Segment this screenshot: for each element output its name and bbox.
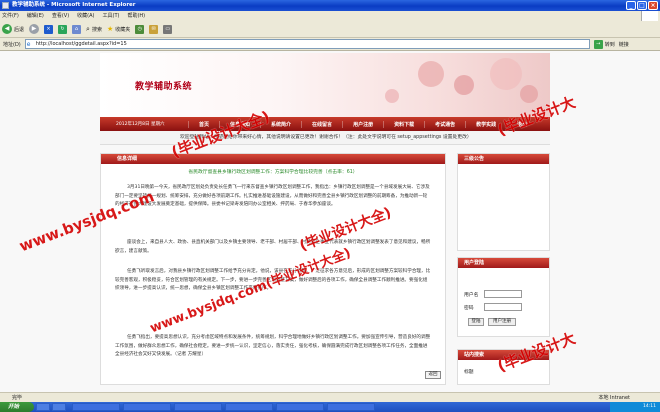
- favorites-button[interactable]: ★ 收藏夹: [107, 25, 130, 33]
- login-button[interactable]: 登陆: [468, 318, 484, 326]
- task-button[interactable]: [174, 403, 222, 411]
- notice-title: 三级公告: [458, 154, 549, 164]
- status-bar: 完毕 本地 Intranet: [0, 392, 660, 402]
- quicklaunch-icon[interactable]: [36, 403, 50, 411]
- task-button[interactable]: [123, 403, 171, 411]
- menu-file[interactable]: 文件(F): [2, 11, 19, 21]
- go-label: 转到: [604, 41, 615, 48]
- address-input[interactable]: e http://localhost/ggdetail.aspx?id=15: [24, 39, 590, 49]
- quicklaunch-icon[interactable]: [52, 403, 66, 411]
- links-label[interactable]: 链接: [619, 41, 629, 48]
- go-button[interactable]: → 转到: [593, 39, 615, 49]
- mail-icon[interactable]: ✉: [149, 24, 159, 34]
- stop-icon[interactable]: ×: [44, 24, 54, 34]
- status-text: 完毕: [12, 395, 23, 401]
- nav-downloads[interactable]: 资料下载: [383, 120, 424, 128]
- refresh-icon[interactable]: ↻: [58, 24, 68, 34]
- address-bar: 地址(D) e http://localhost/ggdetail.aspx?i…: [0, 38, 660, 51]
- task-button[interactable]: [225, 403, 273, 411]
- nav-exams[interactable]: 考试通告: [424, 120, 465, 128]
- menu-view[interactable]: 查看(V): [52, 11, 69, 21]
- ie-app-icon: [2, 2, 9, 9]
- browser-toolbar: ◀ 后退 ▶ × ↻ ⌂ ⌕ 搜索 ★ 收藏夹 ◷ ✉ ▭: [0, 21, 660, 38]
- back-label: 后退: [14, 26, 25, 33]
- site-date: 2012年12月8日 星期六: [116, 122, 165, 127]
- blossom-decoration: [418, 61, 444, 87]
- print-icon[interactable]: ▭: [163, 24, 173, 34]
- home-icon[interactable]: ⌂: [72, 24, 82, 34]
- close-button[interactable]: ×: [648, 1, 658, 10]
- address-url: http://localhost/ggdetail.aspx?id=15: [35, 41, 127, 47]
- login-title: 用户登陆: [458, 258, 549, 268]
- article-paragraph: 座谈会上，来自县人大、政协、县直机关部门以及乡镇主要领导、老干部、村居干部、村民…: [115, 240, 431, 254]
- favorites-label: 收藏夹: [115, 26, 131, 33]
- search-button[interactable]: ⌕ 搜索: [86, 25, 102, 34]
- blossom-decoration: [454, 75, 474, 95]
- site-navbar: 2012年12月8日 星期六 首页 信息通知 系统简介 在线留言 用户注册 资料…: [100, 117, 550, 131]
- username-label: 用户名: [464, 293, 479, 298]
- windows-logo-icon: [641, 11, 658, 21]
- article-paragraph: 任勇飞指出，要提高思想认识，充分考虑区域特点和发展条件，统筹规划，科学合理地做好…: [115, 335, 431, 357]
- system-clock: 14:11: [610, 402, 660, 412]
- start-button[interactable]: 开始: [0, 402, 34, 412]
- username-input[interactable]: [484, 290, 522, 298]
- menu-favorites[interactable]: 收藏(A): [77, 11, 94, 21]
- blossom-decoration: [385, 89, 399, 103]
- menu-help[interactable]: 帮助(H): [127, 11, 145, 21]
- nav-register[interactable]: 用户注册: [342, 120, 383, 128]
- blossom-decoration: [490, 58, 522, 90]
- forward-arrow-icon: ▶: [29, 24, 40, 34]
- taskbar: 开始 14:11: [0, 402, 660, 412]
- back-to-list-button[interactable]: 返回: [425, 371, 441, 379]
- maximize-button[interactable]: □: [637, 1, 647, 10]
- nav-guestbook[interactable]: 在线留言: [301, 120, 342, 128]
- back-arrow-icon: ◀: [2, 24, 12, 34]
- task-button[interactable]: [72, 403, 120, 411]
- menu-edit[interactable]: 编辑(E): [27, 11, 44, 21]
- window-titlebar[interactable]: 教学辅助系统 - Microsoft Internet Explorer _ □…: [0, 0, 660, 11]
- menu-tools[interactable]: 工具(T): [103, 11, 120, 21]
- address-label: 地址(D): [3, 41, 21, 48]
- section-title: 信息详细: [101, 154, 445, 164]
- password-label: 密码: [464, 306, 474, 311]
- task-button[interactable]: [276, 403, 324, 411]
- search-icon: ⌕: [86, 24, 90, 33]
- window-title: 教学辅助系统 - Microsoft Internet Explorer: [12, 2, 136, 8]
- article-title: 省民政厅督查县乡镇行政区划调整工作：方案科学合理比较完善（点击率：61）: [188, 170, 358, 175]
- password-input[interactable]: [484, 303, 522, 311]
- search-field-label: 标题: [464, 370, 474, 375]
- login-box: 用户登陆 用户名 密码 登陆 用户注册: [457, 257, 550, 337]
- forward-button[interactable]: ▶: [29, 24, 40, 34]
- back-button[interactable]: ◀ 后退: [2, 24, 24, 34]
- search-label: 搜索: [91, 26, 102, 33]
- go-arrow-icon: →: [593, 39, 603, 49]
- notice-box: 三级公告: [457, 153, 550, 251]
- page-icon: e: [26, 41, 31, 48]
- blossom-decoration: [520, 85, 538, 103]
- task-buttons: [72, 403, 375, 411]
- register-button[interactable]: 用户注册: [488, 318, 516, 326]
- minimize-button[interactable]: _: [626, 1, 636, 10]
- menu-bar: 文件(F) 编辑(E) 查看(V) 收藏(A) 工具(T) 帮助(H): [0, 11, 660, 21]
- site-title: 教学辅助系统: [135, 82, 193, 92]
- history-icon[interactable]: ◷: [135, 24, 145, 34]
- star-icon: ★: [106, 25, 114, 33]
- task-button[interactable]: [327, 403, 375, 411]
